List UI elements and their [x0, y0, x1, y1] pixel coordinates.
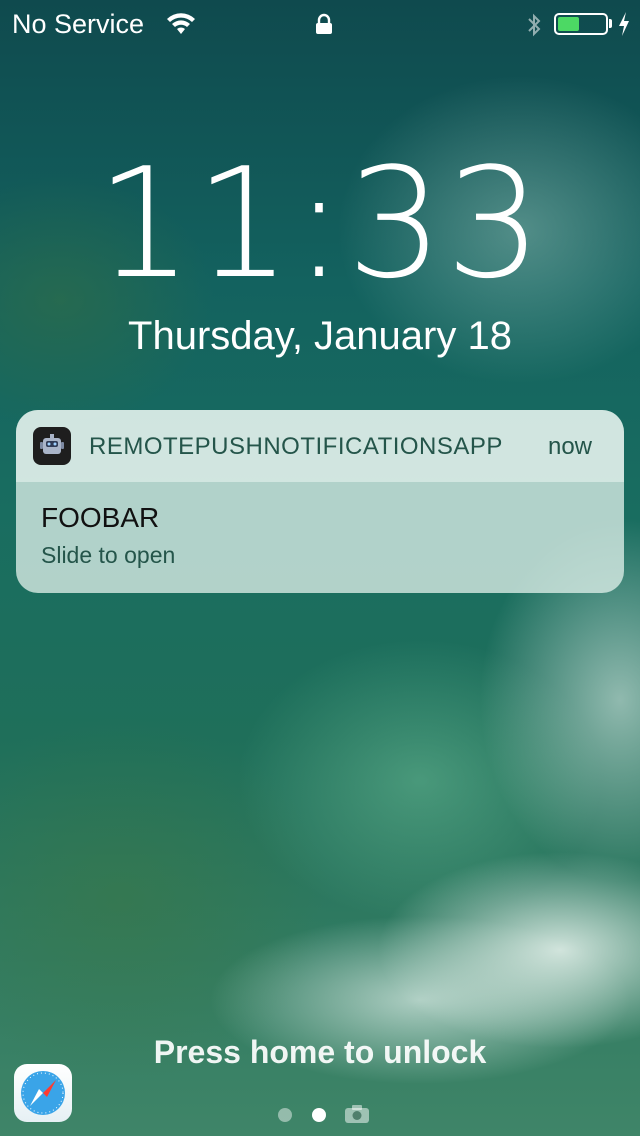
camera-icon[interactable] [344, 1104, 370, 1124]
lock-icon [316, 13, 332, 34]
compass-icon [21, 1071, 65, 1115]
battery-level [558, 17, 579, 31]
clock-date: Thursday, January 18 [128, 314, 512, 358]
notification-subtitle: Slide to open [41, 542, 176, 568]
clock-time: 11:33 [95, 135, 545, 312]
safari-handoff-button[interactable] [14, 1064, 72, 1122]
status-bar: No Service [0, 0, 640, 48]
carrier-label: No Service [12, 9, 145, 39]
battery-cap [609, 19, 612, 28]
notification-time: now [547, 433, 592, 460]
notification-app-name: REMOTEPUSHNOTIFICATIONSAPP [89, 433, 503, 460]
app-icon [33, 427, 71, 465]
notification-banner[interactable]: REMOTEPUSHNOTIFICATIONSAPP now FOOBAR Sl… [16, 410, 624, 593]
unlock-hint: Press home to unlock [153, 1034, 487, 1070]
bluetooth-icon [528, 13, 541, 37]
wifi-icon [167, 13, 195, 34]
page-dot-1 [278, 1108, 292, 1122]
notification-title: FOOBAR [41, 502, 160, 533]
robot-icon [40, 434, 64, 454]
bolt-icon [619, 12, 629, 36]
page-dot-2-active [312, 1108, 326, 1122]
notification-header: REMOTEPUSHNOTIFICATIONSAPP now [16, 410, 624, 482]
battery-icon [554, 13, 608, 35]
